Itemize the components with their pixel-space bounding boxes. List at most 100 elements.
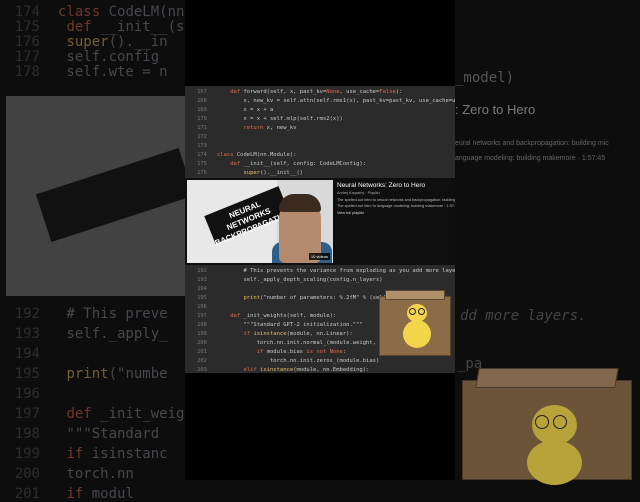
- line-code: if isinstance(module, nn.Linear):: [243, 331, 353, 337]
- line-number: 171: [197, 125, 207, 131]
- line-number: 195: [14, 366, 40, 382]
- line-number: 175: [197, 161, 207, 167]
- line-number: 201: [197, 349, 207, 355]
- playlist-desc-2: The spelled-out intro to language modeli…: [337, 204, 455, 208]
- bg-desc1-tail: eural networks and backpropagation: buil…: [455, 140, 609, 147]
- line-code: x, new_kv = self.attn(self.rms1(x), past…: [243, 98, 455, 104]
- code-line: 196: [0, 386, 58, 402]
- playlist-thumbnail[interactable]: NEURAL NETWORKS BACKPROPAGATION 10 video…: [187, 180, 333, 263]
- line-code: class CodeLM(nn.Module):: [217, 152, 297, 158]
- line-code: x = x + self.mlp(self.rms2(x)): [217, 116, 343, 122]
- line-code: self.config: [58, 49, 160, 65]
- line-code: torch.nn.init.zeros_(module.bias): [217, 358, 380, 364]
- code-line: 193 self._apply_depth_scaling(config.n_l…: [185, 276, 455, 285]
- line-code: def __init__(self, config: CodeLMConfig)…: [230, 161, 367, 167]
- code-line: 175 def __init__(self, config: CodeLMCon…: [185, 160, 455, 169]
- playlist-title[interactable]: Neural Networks: Zero to Hero: [337, 182, 455, 189]
- line-code: print("numbe: [66, 366, 168, 382]
- line-number: 169: [197, 107, 207, 113]
- line-number: 175: [14, 19, 40, 35]
- code-line: 170 x = x + self.mlp(self.rms2(x)): [185, 115, 455, 124]
- code-line: 177 self.config: [0, 49, 159, 65]
- line-code: """Standard: [58, 426, 160, 442]
- background-duck-illustration: [457, 360, 640, 485]
- line-number: 200: [197, 340, 207, 346]
- line-code: self.wte = n: [58, 64, 168, 80]
- duck-illustration: [377, 288, 455, 358]
- line-code: if modul: [66, 486, 134, 502]
- bg-title-tail: : Zero to Hero: [455, 102, 536, 117]
- background-code-top: 174 class CodeLM(nn.Modu 175 def __init__(…: [0, 0, 227, 90]
- code-line: 172: [185, 133, 455, 142]
- line-number: 194: [197, 286, 207, 292]
- line-number: 174: [14, 4, 40, 20]
- line-number: 198: [14, 426, 40, 442]
- line-number: 168: [197, 98, 207, 104]
- code-line: 194: [0, 346, 58, 362]
- line-number: 196: [197, 304, 207, 310]
- code-line: 176 super().__init__(): [185, 169, 455, 178]
- line-number: 194: [14, 346, 40, 362]
- line-code: self._apply_: [58, 326, 168, 342]
- line-number: 202: [197, 358, 207, 364]
- line-code: # This prevents the variance from explod…: [217, 268, 455, 274]
- line-number: 174: [197, 152, 207, 158]
- code-editor-top: 167 def forward(self, x, past_kv=None, u…: [185, 86, 455, 178]
- view-full-playlist-link[interactable]: View full playlist: [337, 211, 455, 215]
- line-number: 203: [197, 367, 207, 373]
- video-count-badge: 10 videos: [308, 253, 330, 260]
- code-line: 193 self._apply_: [0, 326, 168, 342]
- line-code: return x, new_kv: [243, 125, 297, 131]
- code-line: 202 torch.nn.init.zeros_(module.bias): [185, 357, 455, 366]
- line-number: 195: [197, 295, 207, 301]
- line-number: 193: [14, 326, 40, 342]
- line-number: 176: [14, 34, 40, 50]
- line-code: def _init_weight: [66, 406, 202, 422]
- code-line: 175 def __init__(sel: [0, 19, 202, 35]
- line-code: super().__init__(): [243, 170, 304, 176]
- line-code: def _init_weights(self, module):: [230, 313, 337, 319]
- code-line: 192 # This prevents the variance from ex…: [185, 267, 455, 276]
- playlist-subtitle: Andrej Karpathy · Playlist: [337, 191, 380, 195]
- code-line: 173: [185, 142, 455, 151]
- bg-desc2-tail: anguage modeling: building makemore · 1:…: [455, 155, 606, 162]
- playlist-desc-1: The spelled-out intro to neural networks…: [337, 198, 455, 202]
- line-code: self._apply_depth_scaling(config.n_layer…: [217, 277, 383, 283]
- code-line: 178 self.wte = n: [0, 64, 168, 80]
- video-frame: 167 def forward(self, x, past_kv=None, u…: [185, 0, 455, 480]
- line-number: 176: [197, 170, 207, 176]
- line-number: 178: [14, 64, 40, 80]
- code-line: 169 x = x + a: [185, 106, 455, 115]
- line-code: """Standard GPT-2 initialization.""": [217, 322, 363, 328]
- code-line: 192 # This preve: [0, 306, 168, 322]
- line-code: if isinstanc: [66, 446, 168, 462]
- line-number: 201: [14, 486, 40, 502]
- code-line: 174 class CodeLM(nn.Module):: [185, 151, 455, 160]
- line-code: def __init__(sel: [66, 19, 202, 35]
- code-line: 195 print("numbe: [0, 366, 168, 382]
- line-code: x = x + a: [217, 107, 274, 113]
- code-line: 198 """Standard: [0, 426, 159, 442]
- line-number: 196: [14, 386, 40, 402]
- line-number: 170: [197, 116, 207, 122]
- code-line: 176 super().__in: [0, 34, 168, 50]
- code-line: 171 return x, new_kv: [185, 124, 455, 133]
- bg-comment-tail: dd more layers.: [460, 308, 587, 324]
- line-number: 192: [197, 268, 207, 274]
- code-line: 167 def forward(self, x, past_kv=None, u…: [185, 88, 455, 97]
- line-code: elif isinstance(module, nn.Embedding):: [243, 367, 370, 373]
- line-number: 193: [197, 277, 207, 283]
- line-code: # This preve: [58, 306, 168, 322]
- line-code: if module.bias is not None:: [256, 349, 347, 355]
- line-number: 199: [197, 331, 207, 337]
- line-number: 172: [197, 134, 207, 140]
- line-number: 167: [197, 89, 207, 95]
- line-number: 173: [197, 143, 207, 149]
- bg-model-tail: _model): [455, 70, 515, 86]
- code-line: 168 x, new_kv = self.attn(self.rms1(x), …: [185, 97, 455, 106]
- line-code: def forward(self, x, past_kv=None, use_c…: [230, 89, 403, 95]
- background-code-bottom: 192 # This preve 193 self._apply_ 194 195 p…: [0, 300, 202, 502]
- playlist-card[interactable]: NEURAL NETWORKS BACKPROPAGATION 10 video…: [185, 178, 455, 265]
- code-line: 197 def _init_weight: [0, 406, 202, 422]
- line-code: super().__in: [66, 34, 168, 50]
